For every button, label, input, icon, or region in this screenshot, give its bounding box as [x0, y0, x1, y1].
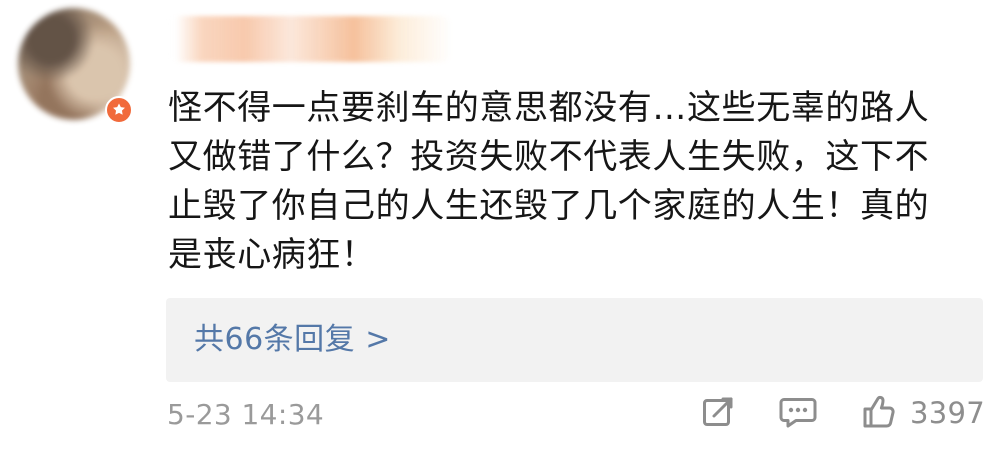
comment-line: 怪不得一点要刹车的意思都没有…这些无辜的路人 [168, 88, 930, 128]
share-button[interactable] [700, 392, 738, 430]
comment-text: 怪不得一点要刹车的意思都没有…这些无辜的路人 又做错了什么？投资失败不代表人生失… [168, 84, 978, 280]
comment-button[interactable] [778, 392, 818, 430]
like-count: 3397 [910, 395, 986, 430]
comment-line: 是丧心病狂！ [168, 235, 376, 275]
thumbs-up-icon [863, 395, 895, 428]
comment-timestamp: 5-23 14:34 [167, 398, 325, 431]
comment-line: 止毁了你自己的人生还毁了几个家庭的人生！真的 [168, 186, 930, 226]
like-button[interactable]: 3397 [858, 392, 985, 432]
comment-line: 又做错了什么？投资失败不代表人生失败，这下不 [168, 137, 930, 177]
username[interactable] [164, 16, 452, 62]
replies-link[interactable]: 共66条回复 > [194, 325, 391, 355]
edit-share-icon [703, 397, 733, 426]
star-badge-icon [113, 103, 125, 115]
comment-icon [779, 398, 817, 428]
avatar-badge [105, 96, 133, 124]
replies-box[interactable]: 共66条回复 > [166, 298, 983, 382]
